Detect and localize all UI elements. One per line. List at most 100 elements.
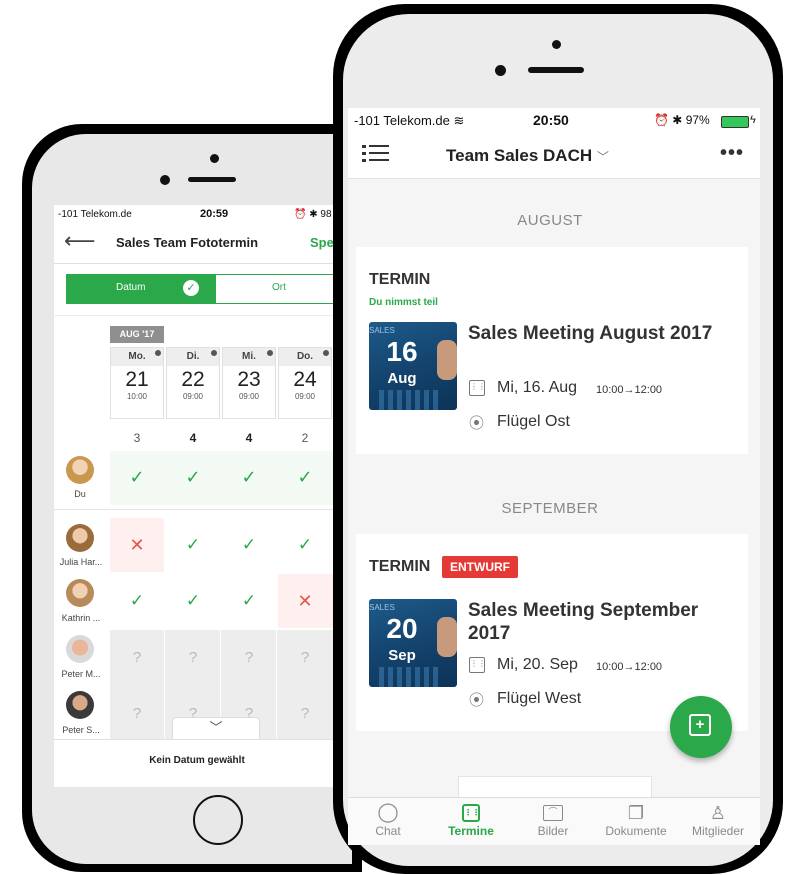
charging-icon: ϟ <box>750 114 756 126</box>
back-day-column[interactable]: Mi. 23 09:00 <box>222 347 276 419</box>
back-day-dot <box>323 350 329 356</box>
back-home-button[interactable] <box>193 795 243 845</box>
back-status-icons: ⏰ ✱ 98 <box>294 209 332 220</box>
thumb-month: Sep <box>388 647 416 664</box>
back-status-battery: 98 <box>320 209 332 220</box>
chevron-down-icon: ﹀ <box>596 150 609 164</box>
back-cell-divider <box>164 630 165 742</box>
back-vote-mark[interactable]: ✕ <box>278 591 332 612</box>
back-vote-mark[interactable]: ✓ <box>278 467 332 488</box>
back-phone-camera <box>160 175 170 185</box>
back-count: 4 <box>245 431 253 445</box>
front-header-title[interactable]: Team Sales DACH ﹀ <box>446 146 609 166</box>
back-footer-text: Kein Datum gewählt <box>149 755 245 766</box>
chat-icon: ◯ <box>377 802 399 823</box>
event-date: Mi, 20. Sep <box>497 656 578 673</box>
calendar-icon: ⋮⋮ <box>469 657 486 673</box>
back-vote-mark[interactable]: ✓ <box>222 535 276 555</box>
back-vote-mark[interactable]: ✓ <box>166 591 220 611</box>
tab-label: Mitglieder <box>691 824 745 838</box>
back-row-name: Julia Har... <box>59 557 103 567</box>
image-icon: ⌒ <box>543 805 563 821</box>
back-vote-mark[interactable]: ✓ <box>110 591 164 611</box>
event-time: 10:00→12:00 <box>596 661 663 673</box>
back-row-name: Kathrin ... <box>61 613 101 623</box>
back-day-time: 09:00 <box>294 392 316 401</box>
tab-bilder[interactable]: ⌒ Bilder <box>513 802 593 838</box>
back-vote-mark[interactable]: ✓ <box>278 535 332 555</box>
back-vote-mark[interactable]: ✓ <box>110 467 164 488</box>
back-header-action[interactable]: Spe <box>310 235 334 250</box>
event-kind: TERMIN <box>369 271 431 288</box>
team-name: Team Sales DACH <box>446 146 593 165</box>
avatar <box>66 524 94 552</box>
back-day-column[interactable]: Di. 22 09:00 <box>166 347 220 419</box>
back-vote-mark[interactable]: ? <box>166 649 220 666</box>
back-vote-mark[interactable]: ? <box>110 649 164 666</box>
more-icon[interactable]: ••• <box>720 142 744 165</box>
back-screen: -101 Telekom.de 20:59 ⏰ ✱ 98 ⟵ Sales Tea… <box>54 205 340 787</box>
location-pin-icon: ⦿ <box>469 692 485 709</box>
tab-dokumente[interactable]: ❐ Dokumente <box>596 802 676 838</box>
back-vote-mark[interactable]: ✓ <box>166 535 220 555</box>
event-title: Sales Meeting August 2017 <box>468 323 713 344</box>
chart-graphic <box>379 667 439 687</box>
back-status-time: 20:59 <box>200 208 229 220</box>
back-count: 4 <box>189 431 197 445</box>
back-day-column[interactable]: Mo. 21 10:00 <box>110 347 164 419</box>
month-header: SEPTEMBER <box>501 500 599 517</box>
event-card[interactable]: TERMIN Du nimmst teil SALES 16 Aug Sales… <box>356 247 748 454</box>
back-vote-mark[interactable]: ? <box>278 649 332 666</box>
month-header: AUGUST <box>517 212 583 229</box>
avatar <box>66 456 94 484</box>
alarm-icon: ⏰ <box>654 113 669 127</box>
add-event-button[interactable]: + <box>670 696 732 758</box>
tab-chat[interactable]: ◯ Chat <box>348 802 428 838</box>
back-day-number: 21 <box>125 368 149 391</box>
back-vote-mark[interactable]: ? <box>278 705 332 722</box>
menu-icon[interactable] <box>362 142 390 166</box>
back-vote-mark[interactable]: ? <box>110 705 164 722</box>
back-footer: Kein Datum gewählt <box>54 739 340 787</box>
back-day-time: 09:00 <box>182 392 204 401</box>
event-place: Flügel Ost <box>497 413 570 430</box>
tab-termine[interactable]: ⋮⋮ Termine <box>431 802 511 838</box>
event-thumbnail: SALES 20 Sep <box>369 599 457 687</box>
thumb-day: 20 <box>386 613 418 644</box>
calendar-icon: ⋮⋮ <box>462 804 480 822</box>
thumb-label: SALES <box>369 603 395 612</box>
front-status-carrier: -101 Telekom.de ≋ <box>354 113 464 129</box>
front-phone-sensor <box>552 40 561 49</box>
event-date: Mi, 16. Aug <box>497 379 578 396</box>
back-row-divider <box>54 509 340 510</box>
hand-graphic <box>437 617 457 657</box>
calendar-icon: ⋮⋮ <box>469 380 486 396</box>
back-vote-mark[interactable]: ✓ <box>222 467 276 488</box>
back-divider <box>54 315 340 316</box>
back-row-name: Peter M... <box>61 669 101 679</box>
avatar <box>66 579 94 607</box>
back-vote-mark[interactable]: ✕ <box>110 535 164 556</box>
front-carrier-text: -101 Telekom.de <box>354 113 450 128</box>
front-battery-text: 97% <box>685 113 710 127</box>
back-count: 3 <box>133 431 141 445</box>
back-day-column[interactable]: Do. 24 09:00 <box>278 347 332 419</box>
thumb-month: Aug <box>387 370 417 387</box>
back-segment-datum[interactable]: Datum ✓ <box>66 274 216 304</box>
back-segment-ort-label[interactable]: Ort <box>272 282 286 293</box>
back-count: 2 <box>301 431 309 445</box>
event-title: Sales Meeting September 2017 <box>468 600 699 644</box>
back-cell-divider <box>276 630 277 742</box>
tab-label: Termine <box>448 824 494 838</box>
back-vote-mark[interactable]: ? <box>222 649 276 666</box>
back-day-number: 22 <box>181 368 205 391</box>
back-vote-mark[interactable]: ✓ <box>166 467 220 488</box>
tab-bar: ◯ Chat ⋮⋮ Termine ⌒ Bilder ❐ Dokumente ♙… <box>348 797 760 845</box>
tab-mitglieder[interactable]: ♙ Mitglieder <box>678 802 758 838</box>
back-day-time: 10:00 <box>126 392 148 401</box>
back-vote-mark[interactable]: ✓ <box>222 591 276 611</box>
chevron-down-icon[interactable]: ﹀ <box>172 717 260 740</box>
check-circle-icon: ✓ <box>183 280 199 296</box>
back-day-dot <box>155 350 161 356</box>
back-arrow-icon[interactable]: ⟵ <box>64 229 96 253</box>
